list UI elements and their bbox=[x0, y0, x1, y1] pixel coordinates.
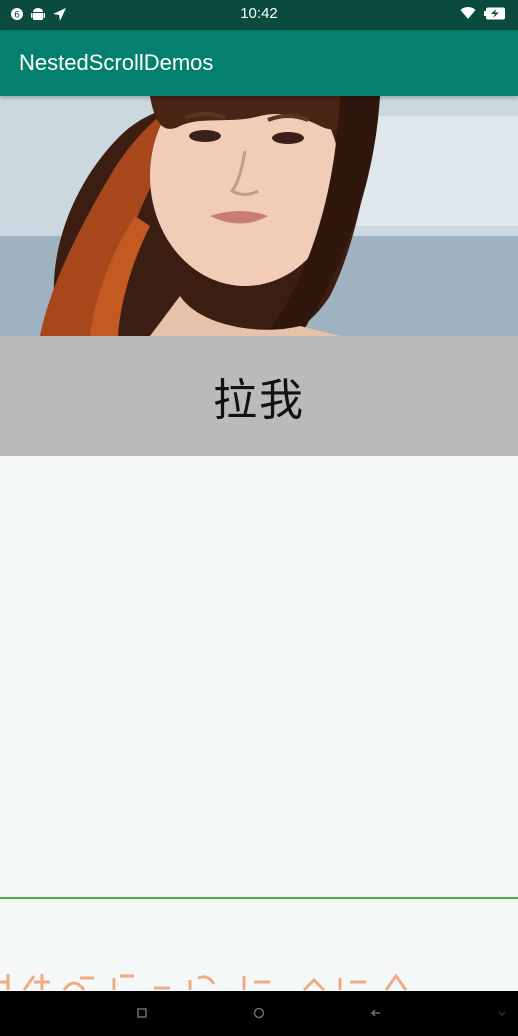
back-icon[interactable] bbox=[368, 1005, 384, 1021]
header-image bbox=[0, 96, 518, 336]
home-icon[interactable] bbox=[251, 1005, 267, 1021]
wifi-icon bbox=[460, 7, 476, 20]
status-icons-right bbox=[460, 6, 506, 20]
scroll-content[interactable] bbox=[0, 456, 518, 991]
screen: 6 10:42 NestedScrollDemos 拉我 bbox=[0, 0, 518, 1036]
portrait-photo bbox=[0, 96, 518, 336]
app-bar: NestedScrollDemos bbox=[0, 30, 518, 96]
battery-charging-icon bbox=[484, 7, 505, 19]
app-title: NestedScrollDemos bbox=[19, 50, 214, 75]
divider-line bbox=[0, 897, 518, 899]
status-bar: 6 10:42 bbox=[0, 0, 518, 30]
pull-label: 拉我 bbox=[213, 375, 305, 426]
pull-handle[interactable]: 拉我 bbox=[0, 336, 518, 456]
collapse-icon[interactable] bbox=[494, 1005, 510, 1021]
navigation-bar bbox=[0, 991, 518, 1036]
partially-visible-text-icon bbox=[0, 973, 408, 991]
recents-icon[interactable] bbox=[134, 1005, 150, 1021]
status-time: 10:42 bbox=[240, 5, 278, 22]
